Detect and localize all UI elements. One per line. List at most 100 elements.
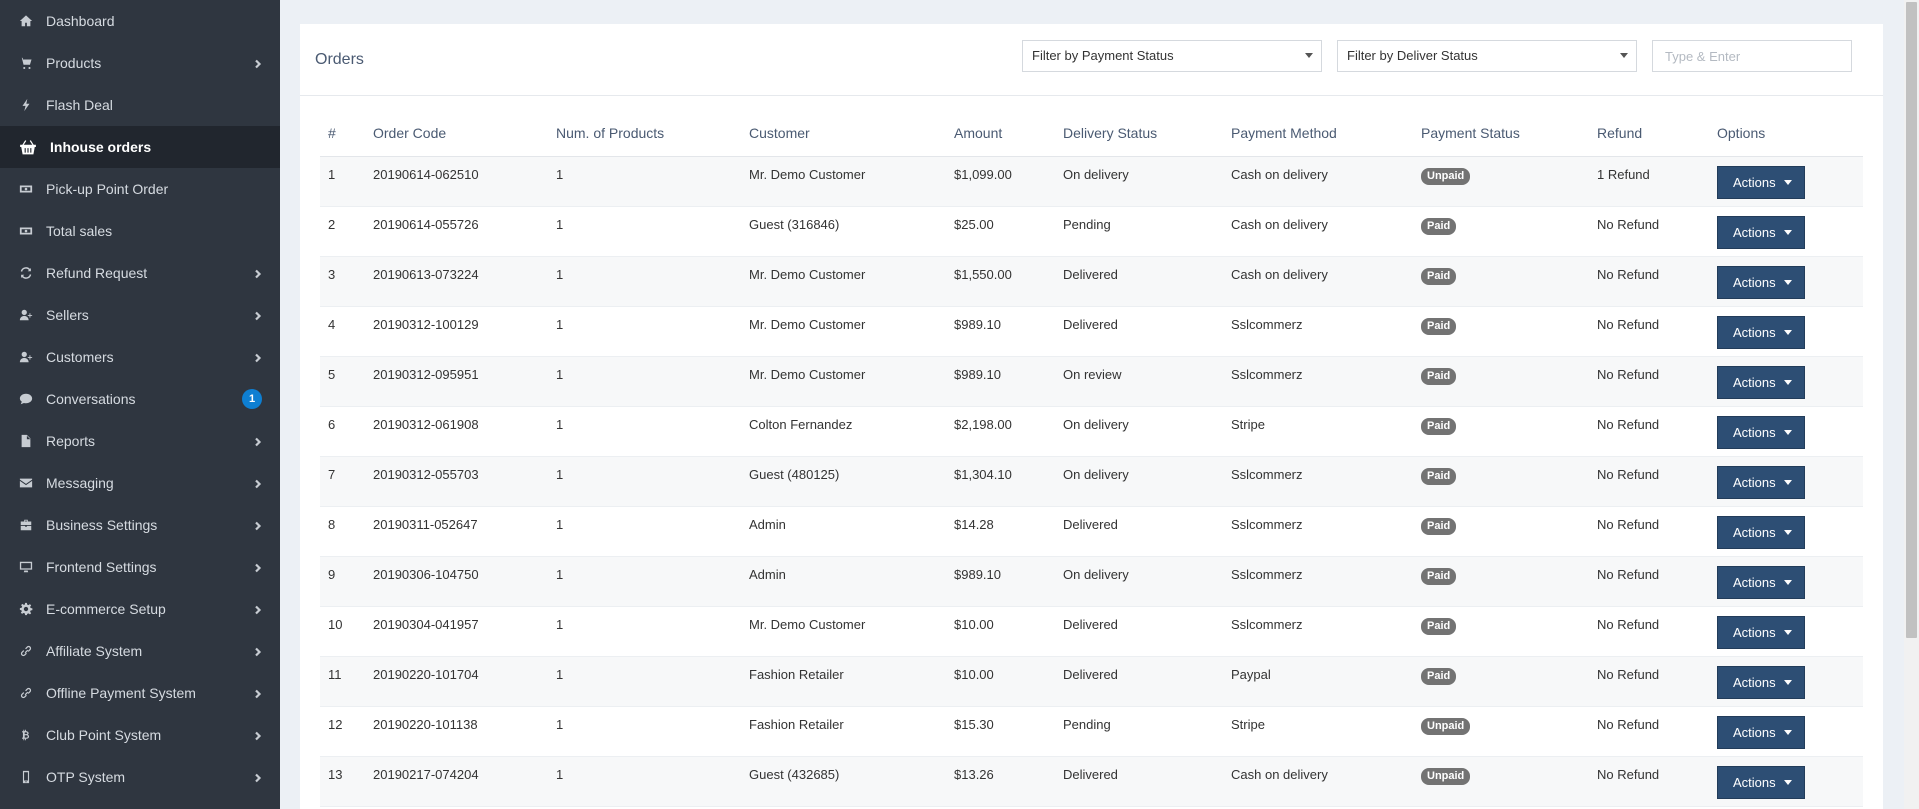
scrollbar-thumb[interactable] xyxy=(1906,2,1917,638)
sidebar-item-business-settings[interactable]: Business Settings xyxy=(0,504,280,546)
row-number: 10 xyxy=(320,606,365,657)
payment-status-cell: Paid xyxy=(1413,406,1589,457)
sidebar-item-flash-deal[interactable]: Flash Deal xyxy=(0,84,280,126)
order-code: 20190311-052647 xyxy=(365,506,548,557)
actions-button[interactable]: Actions xyxy=(1717,715,1805,749)
options-cell: Actions xyxy=(1709,656,1863,707)
sidebar-item-affiliate-system[interactable]: Affiliate System xyxy=(0,630,280,672)
product-count: 1 xyxy=(548,756,741,807)
product-count: 1 xyxy=(548,406,741,457)
bolt-icon xyxy=(18,97,34,113)
bitcoin-icon xyxy=(18,727,34,743)
payment-method: Stripe xyxy=(1223,406,1413,457)
status-badge: Unpaid xyxy=(1421,717,1471,735)
sidebar-item-otp-system[interactable]: OTP System xyxy=(0,756,280,798)
sidebar-item-customers[interactable]: Customers xyxy=(0,336,280,378)
sidebar-item-total-sales[interactable]: Total sales xyxy=(0,210,280,252)
actions-button[interactable]: Actions xyxy=(1717,265,1805,299)
search-input[interactable] xyxy=(1652,40,1852,72)
scrollbar[interactable] xyxy=(1904,0,1919,809)
sidebar: Dashboard Products Flash Deal Inhouse order… xyxy=(0,0,280,809)
table-row: 10 20190304-041957 1 Mr. Demo Customer $10.0… xyxy=(320,606,1863,657)
actions-button-label: Actions xyxy=(1733,274,1776,290)
table-row: 7 20190312-055703 1 Guest (480125) $1,304.10… xyxy=(320,456,1863,507)
order-amount: $1,550.00 xyxy=(946,256,1055,307)
desktop-icon xyxy=(18,559,34,575)
caret-down-icon xyxy=(1783,729,1792,735)
refund-status: No Refund xyxy=(1589,206,1709,257)
actions-button-label: Actions xyxy=(1733,474,1776,490)
actions-button-label: Actions xyxy=(1733,724,1776,740)
refund-status: No Refund xyxy=(1589,556,1709,607)
actions-button[interactable]: Actions xyxy=(1717,565,1805,599)
options-cell: Actions xyxy=(1709,756,1863,807)
status-badge: Paid xyxy=(1421,517,1457,535)
table-row: 3 20190613-073224 1 Mr. Demo Customer $1,550… xyxy=(320,256,1863,307)
order-amount: $1,099.00 xyxy=(946,156,1055,207)
sidebar-item-label: Affiliate System xyxy=(46,643,143,659)
sidebar-item-label: Club Point System xyxy=(46,727,162,743)
sidebar-item-inhouse-orders[interactable]: Inhouse orders xyxy=(0,126,280,168)
sidebar-item-label: Offline Payment System xyxy=(46,685,196,701)
sidebar-item-pick-up-point-order[interactable]: Pick-up Point Order xyxy=(0,168,280,210)
options-cell: Actions xyxy=(1709,406,1863,457)
payment-status-cell: Paid xyxy=(1413,356,1589,407)
payment-status-cell: Unpaid xyxy=(1413,706,1589,757)
actions-button[interactable]: Actions xyxy=(1717,515,1805,549)
actions-button[interactable]: Actions xyxy=(1717,465,1805,499)
actions-button[interactable]: Actions xyxy=(1717,315,1805,349)
actions-button[interactable]: Actions xyxy=(1717,215,1805,249)
payment-status-cell: Paid xyxy=(1413,206,1589,257)
refund-status: No Refund xyxy=(1589,606,1709,657)
file-icon xyxy=(18,433,34,449)
status-badge: Paid xyxy=(1421,267,1457,285)
delivery-status: Delivered xyxy=(1055,506,1223,557)
order-code: 20190614-055726 xyxy=(365,206,548,257)
row-number: 4 xyxy=(320,306,365,357)
sidebar-item-dashboard[interactable]: Dashboard xyxy=(0,0,280,42)
actions-button[interactable]: Actions xyxy=(1717,365,1805,399)
actions-button[interactable]: Actions xyxy=(1717,165,1805,199)
sidebar-item-reports[interactable]: Reports xyxy=(0,420,280,462)
caret-down-icon xyxy=(1783,579,1792,585)
order-amount: $1,304.10 xyxy=(946,456,1055,507)
row-number: 7 xyxy=(320,456,365,507)
row-number: 2 xyxy=(320,206,365,257)
sidebar-item-messaging[interactable]: Messaging xyxy=(0,462,280,504)
payment-method: Sslcommerz xyxy=(1223,456,1413,507)
deliver-status-filter[interactable]: Filter by Deliver Status xyxy=(1337,40,1637,72)
sidebar-item-e-commerce-setup[interactable]: E-commerce Setup xyxy=(0,588,280,630)
refund-status: No Refund xyxy=(1589,306,1709,357)
customer-name: Colton Fernandez xyxy=(741,406,946,457)
customer-name: Guest (480125) xyxy=(741,456,946,507)
customer-name: Mr. Demo Customer xyxy=(741,606,946,657)
column-header: Amount xyxy=(946,120,1055,157)
delivery-status: On delivery xyxy=(1055,456,1223,507)
payment-method: Cash on delivery xyxy=(1223,256,1413,307)
delivery-status: Delivered xyxy=(1055,756,1223,807)
sidebar-item-frontend-settings[interactable]: Frontend Settings xyxy=(0,546,280,588)
customer-name: Admin xyxy=(741,506,946,557)
table-header-row: # Order Code Num. of Products Customer Amoun… xyxy=(320,120,1863,157)
options-cell: Actions xyxy=(1709,456,1863,507)
payment-method: Sslcommerz xyxy=(1223,506,1413,557)
sidebar-item-offline-payment-system[interactable]: Offline Payment System xyxy=(0,672,280,714)
sidebar-item-club-point-system[interactable]: Club Point System xyxy=(0,714,280,756)
actions-button[interactable]: Actions xyxy=(1717,415,1805,449)
table-row: 8 20190311-052647 1 Admin $14.28 Delivered Ssl… xyxy=(320,506,1863,557)
sidebar-item-products[interactable]: Products xyxy=(0,42,280,84)
envelope-icon xyxy=(18,475,34,491)
actions-button[interactable]: Actions xyxy=(1717,765,1805,799)
sidebar-item-conversations[interactable]: Conversations 1 xyxy=(0,378,280,420)
payment-status-filter[interactable]: Filter by Payment Status xyxy=(1022,40,1322,72)
actions-button[interactable]: Actions xyxy=(1717,615,1805,649)
sidebar-item-label: Customers xyxy=(46,349,114,365)
delivery-status: On delivery xyxy=(1055,156,1223,207)
delivery-status: Delivered xyxy=(1055,306,1223,357)
sidebar-item-refund-request[interactable]: Refund Request xyxy=(0,252,280,294)
order-code: 20190220-101138 xyxy=(365,706,548,757)
sidebar-item-sellers[interactable]: Sellers xyxy=(0,294,280,336)
actions-button[interactable]: Actions xyxy=(1717,665,1805,699)
caret-down-icon xyxy=(1783,479,1792,485)
order-amount: $15.30 xyxy=(946,706,1055,757)
